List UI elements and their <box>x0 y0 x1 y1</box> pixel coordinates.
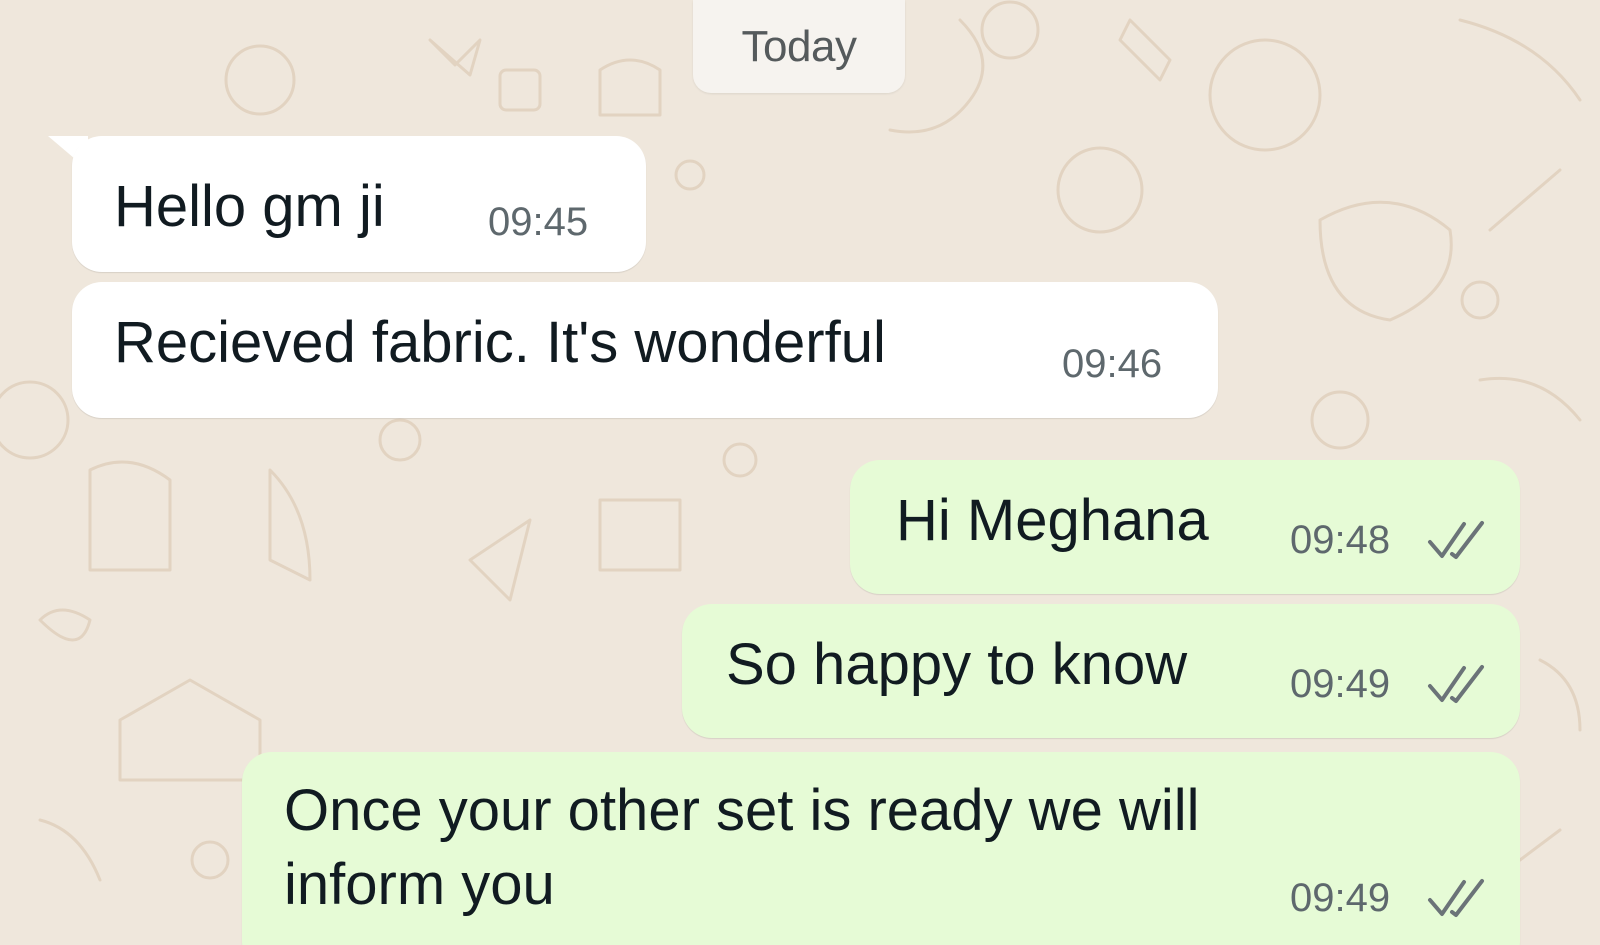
double-check-icon <box>1428 879 1484 917</box>
message-timestamp: 09:45 <box>488 200 589 244</box>
message-timestamp: 09:46 <box>1062 342 1163 386</box>
incoming-message-bubble[interactable]: Hello gm ji 09:45 <box>72 136 646 272</box>
incoming-message-bubble[interactable]: Recieved fabric. It's wonderful 09:46 <box>72 282 1218 418</box>
double-check-icon <box>1428 521 1484 559</box>
message-timestamp: 09:49 <box>1290 662 1391 706</box>
date-divider-chip: Today <box>693 0 905 93</box>
outgoing-message-bubble[interactable]: Hi Meghana 09:48 <box>850 460 1520 594</box>
message-timestamp: 09:49 <box>1290 876 1391 920</box>
message-text: Hi Meghana <box>896 488 1209 553</box>
message-text: So happy to know <box>726 632 1188 697</box>
message-text: Hello gm ji <box>114 174 385 239</box>
message-text-line: Once your other set is ready we will <box>284 778 1200 843</box>
message-text-line: inform you <box>284 852 555 917</box>
outgoing-message-bubble[interactable]: Once your other set is ready we will inf… <box>242 752 1520 945</box>
outgoing-message-bubble[interactable]: So happy to know 09:49 <box>682 604 1520 738</box>
double-check-icon <box>1428 665 1484 703</box>
message-text: Recieved fabric. It's wonderful <box>114 310 886 375</box>
message-timestamp: 09:48 <box>1290 518 1391 562</box>
